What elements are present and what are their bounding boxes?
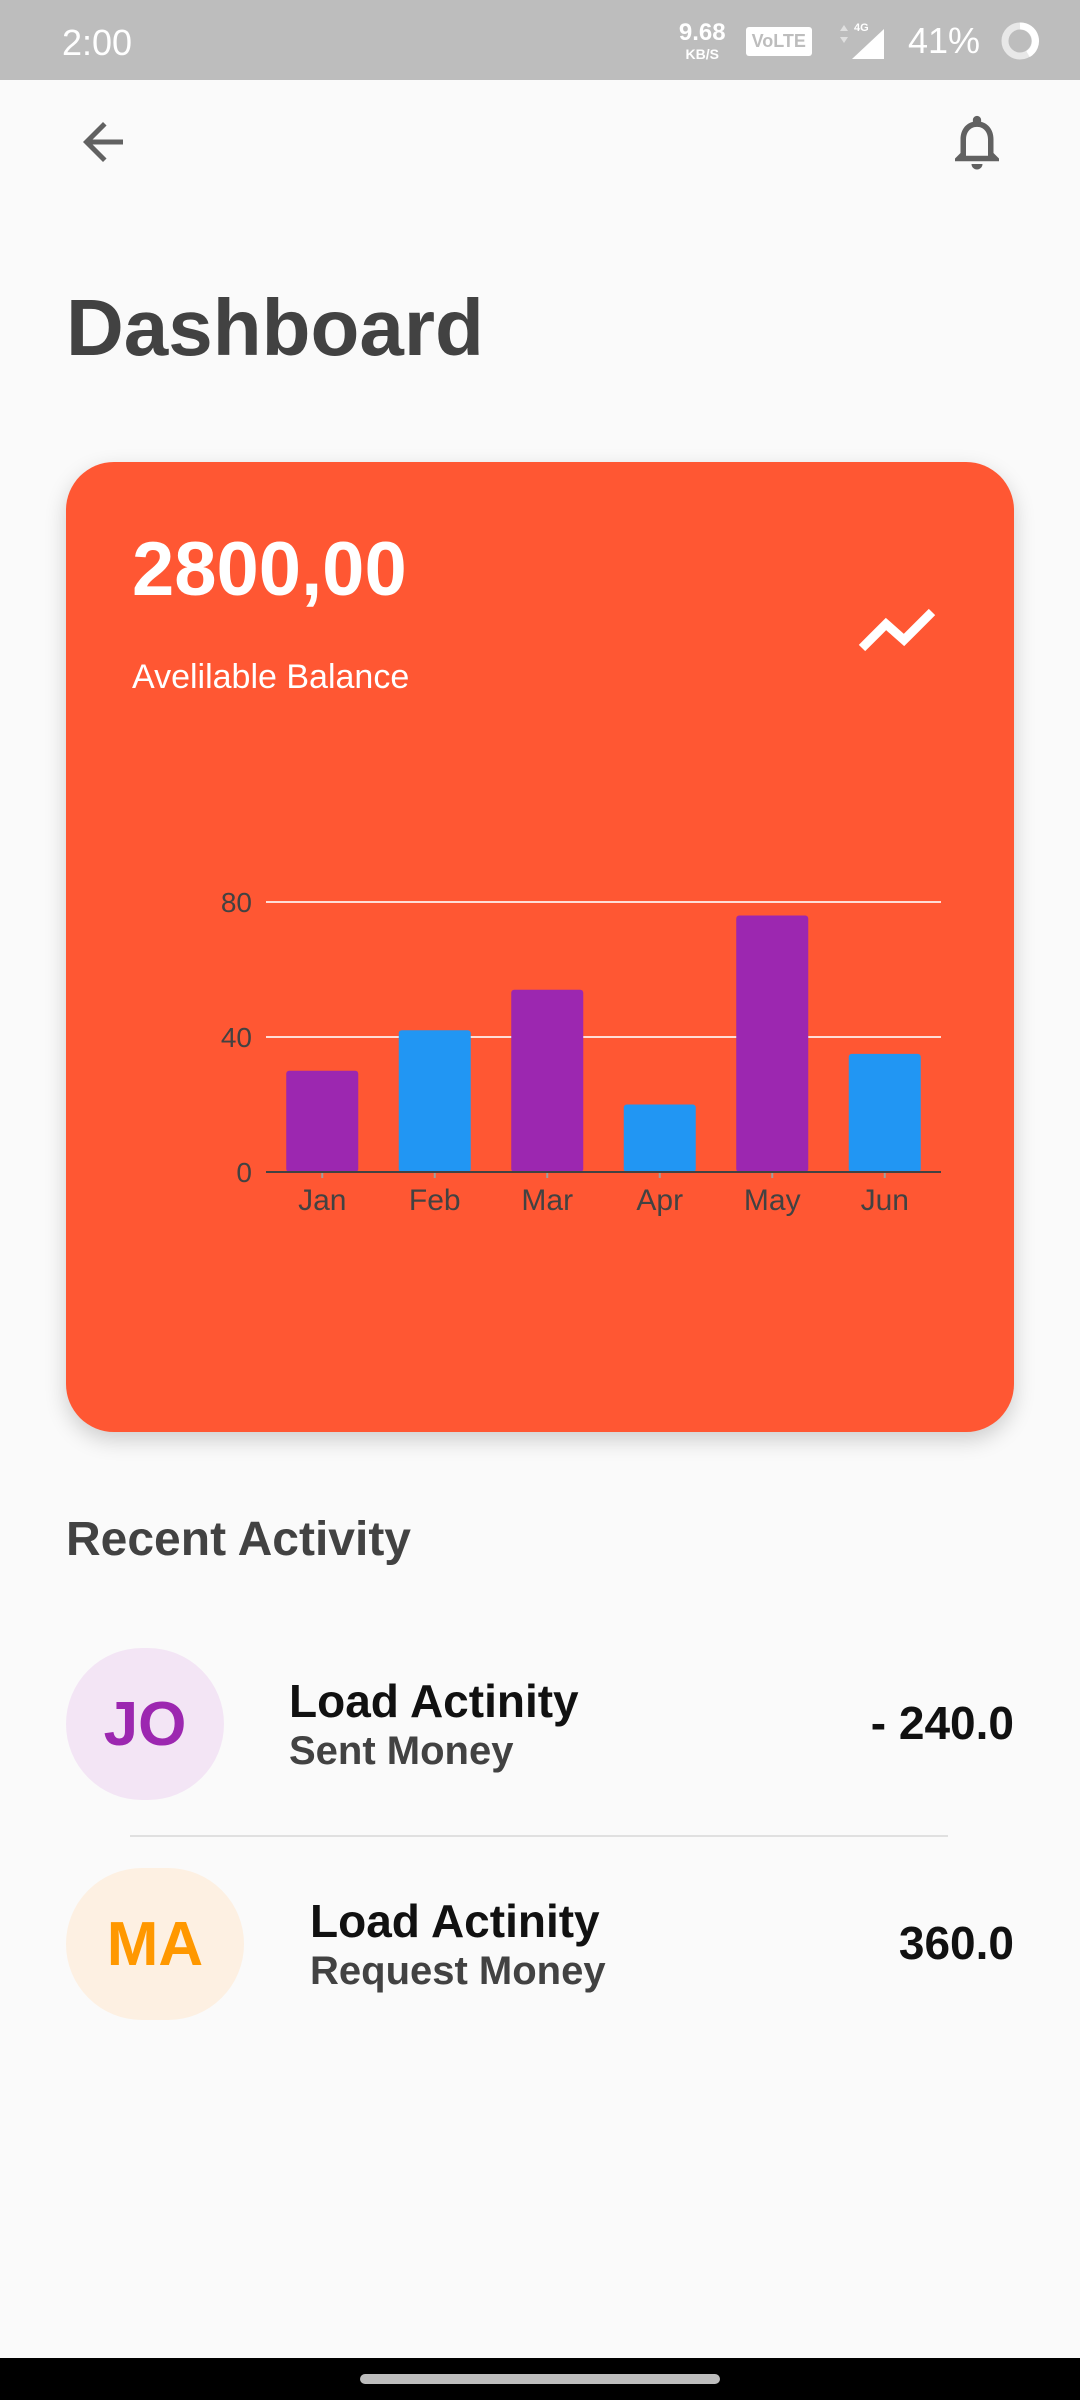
balance-label: Avelilable Balance xyxy=(132,658,410,696)
activity-amount: 360.0 xyxy=(898,1917,1014,1969)
divider xyxy=(130,1835,948,1837)
chart-x-tick-label: May xyxy=(744,1184,801,1217)
activity-subtitle: Sent Money xyxy=(289,1728,514,1773)
network-speed-unit: KB/S xyxy=(685,46,719,62)
avatar: MA xyxy=(66,1868,244,2020)
status-time: 2:00 xyxy=(62,22,133,63)
chart-bar xyxy=(623,1104,696,1172)
chart-y-tick-label: 40 xyxy=(221,1022,252,1053)
recent-activity-title: Recent Activity xyxy=(66,1513,411,1566)
network-speed: 9.68 KB/S xyxy=(678,19,726,62)
back-button[interactable] xyxy=(58,102,148,182)
battery-icon xyxy=(1000,21,1040,61)
balance-bar-chart: 0 40 80 Jan Feb Mar Apr May Jun xyxy=(221,887,941,1217)
chart-bar xyxy=(848,1053,921,1172)
notifications-button[interactable] xyxy=(932,100,1022,184)
network-speed-value: 9.68 xyxy=(678,19,726,46)
chart-x-tick-label: Jun xyxy=(861,1184,909,1217)
activity-text: Load Actinity Sent Money xyxy=(289,1676,579,1775)
chart-x-tick-label: Apr xyxy=(636,1184,683,1217)
chart-y-tick-label: 80 xyxy=(221,887,252,918)
chart-y-tick-label: 0 xyxy=(236,1157,252,1188)
activity-amount: - 240.0 xyxy=(870,1697,1014,1749)
activity-title: Load Actinity xyxy=(310,1895,600,1947)
balance-amount: 2800,00 xyxy=(132,527,407,612)
trending-up-icon xyxy=(858,608,936,652)
home-indicator[interactable] xyxy=(360,2374,720,2384)
navigation-bar xyxy=(0,2358,1080,2400)
bell-icon xyxy=(955,115,999,170)
balance-card: 2800,00 Avelilable Balance 0 40 80 Jan Feb Ma… xyxy=(66,462,1014,1432)
chart-bar xyxy=(511,989,584,1172)
chart-bar xyxy=(398,1030,471,1172)
activity-title: Load Actinity xyxy=(289,1675,579,1727)
activity-subtitle: Request Money xyxy=(310,1948,606,1993)
chart-x-tick-label: Mar xyxy=(521,1184,573,1217)
chart-x-tick-label: Jan xyxy=(298,1184,346,1217)
arrow-left-icon xyxy=(83,122,123,162)
activity-item[interactable]: JO Load Actinity Sent Money - 240.0 xyxy=(66,1648,1014,1804)
volte-badge: VoLTE xyxy=(745,26,812,56)
chart-bar xyxy=(286,1070,359,1172)
chart-bar xyxy=(736,915,809,1172)
battery-percent: 41% xyxy=(907,20,980,61)
status-bar: 2:00 9.68 KB/S VoLTE 4G 41% xyxy=(0,0,1080,80)
signal-icon: 4G xyxy=(832,21,888,61)
activity-text: Load Actinity Request Money xyxy=(310,1896,606,1995)
status-icons: 9.68 KB/S VoLTE 4G 41% xyxy=(679,18,1040,64)
page-title: Dashboard xyxy=(66,283,484,372)
avatar: JO xyxy=(66,1648,224,1800)
chart-x-tick-label: Feb xyxy=(409,1184,461,1217)
network-type: 4G xyxy=(854,22,869,34)
activity-item[interactable]: MA Load Actinity Request Money 360.0 xyxy=(66,1868,1014,2024)
